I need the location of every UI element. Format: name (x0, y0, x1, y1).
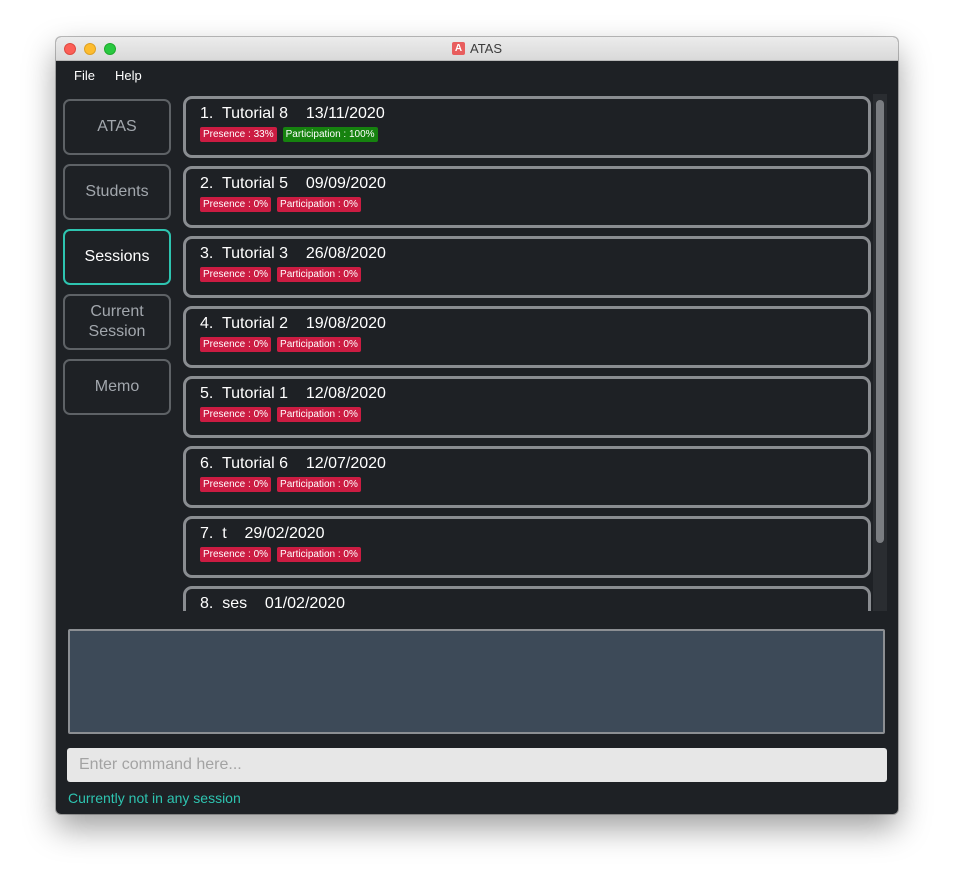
session-card[interactable]: 5. Tutorial 1 12/08/2020 Presence : 0% P… (183, 376, 871, 438)
presence-tag: Presence : 0% (200, 547, 272, 562)
session-title: 7. t 29/02/2020 (200, 525, 325, 542)
session-card[interactable]: 8. ses 01/02/2020 (183, 586, 871, 611)
menu-help[interactable]: Help (115, 68, 142, 83)
session-card[interactable]: 7. t 29/02/2020 Presence : 0% Participat… (183, 516, 871, 578)
participation-tag: Participation : 100% (282, 127, 378, 142)
result-display (68, 629, 885, 734)
presence-tag: Presence : 33% (200, 127, 277, 142)
participation-tag: Participation : 0% (277, 547, 361, 562)
nav-sessions-label: Sessions (84, 248, 150, 265)
presence-tag: Presence : 0% (200, 407, 272, 422)
session-card[interactable]: 4. Tutorial 2 19/08/2020 Presence : 0% P… (183, 306, 871, 368)
session-list[interactable]: 1. Tutorial 8 13/11/2020 Presence : 33% … (181, 94, 872, 611)
session-title: 2. Tutorial 5 09/09/2020 (200, 175, 386, 192)
scrollbar-thumb[interactable] (876, 100, 884, 543)
app-icon: A (451, 42, 465, 55)
session-title: 3. Tutorial 3 26/08/2020 (200, 245, 386, 262)
session-card[interactable]: 3. Tutorial 3 26/08/2020 Presence : 0% P… (183, 236, 871, 298)
presence-tag: Presence : 0% (200, 477, 272, 492)
command-input[interactable] (67, 748, 887, 782)
menu-file[interactable]: File (74, 68, 95, 83)
nav-atas-button[interactable]: ATAS (63, 99, 171, 155)
participation-tag: Participation : 0% (277, 337, 361, 352)
participation-tag: Participation : 0% (277, 267, 361, 282)
session-title: 1. Tutorial 8 13/11/2020 (200, 105, 385, 122)
nav-current-session-button[interactable]: Current Session (63, 294, 171, 350)
nav-students-label: Students (85, 183, 149, 200)
session-title: 8. ses 01/02/2020 (200, 595, 345, 611)
session-card[interactable]: 1. Tutorial 8 13/11/2020 Presence : 33% … (183, 96, 871, 158)
nav-sessions-button[interactable]: Sessions (63, 229, 171, 285)
nav-memo-label: Memo (94, 378, 140, 395)
nav-current-session-label: Current Session (88, 303, 146, 340)
nav-atas-label: ATAS (97, 118, 137, 135)
session-title: 4. Tutorial 2 19/08/2020 (200, 315, 386, 332)
presence-tag: Presence : 0% (200, 267, 272, 282)
participation-tag: Participation : 0% (277, 197, 361, 212)
presence-tag: Presence : 0% (200, 197, 272, 212)
session-card[interactable]: 2. Tutorial 5 09/09/2020 Presence : 0% P… (183, 166, 871, 228)
app-window: A ATAS File Help ATAS Students Sessions … (56, 37, 898, 814)
title-bar: A ATAS (56, 37, 898, 61)
session-card[interactable]: 6. Tutorial 6 12/07/2020 Presence : 0% P… (183, 446, 871, 508)
menu-bar: File Help (56, 61, 898, 89)
status-text: Currently not in any session (68, 790, 241, 806)
window-title: ATAS (469, 41, 503, 56)
nav-students-button[interactable]: Students (63, 164, 171, 220)
participation-tag: Participation : 0% (277, 477, 361, 492)
session-title: 5. Tutorial 1 12/08/2020 (200, 385, 386, 402)
participation-tag: Participation : 0% (277, 407, 361, 422)
presence-tag: Presence : 0% (200, 337, 272, 352)
session-title: 6. Tutorial 6 12/07/2020 (200, 455, 386, 472)
nav-memo-button[interactable]: Memo (63, 359, 171, 415)
